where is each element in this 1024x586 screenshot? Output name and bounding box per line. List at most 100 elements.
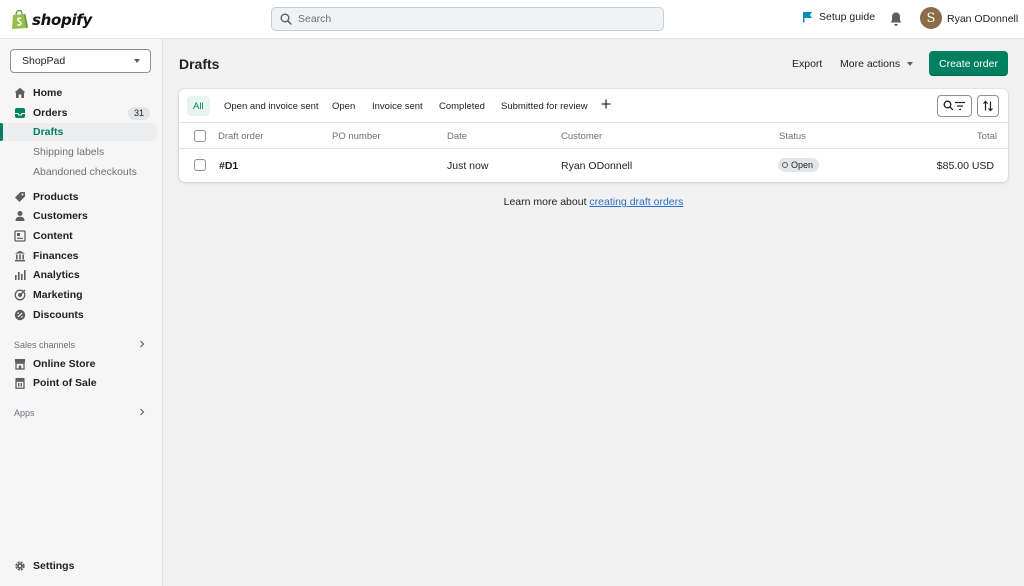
nav-abandoned-checkouts[interactable]: Abandoned checkouts [0, 163, 157, 181]
chevron-right-icon[interactable] [139, 340, 145, 348]
setup-guide-label: Setup guide [819, 11, 876, 23]
search-bar[interactable] [271, 7, 664, 31]
nav-home[interactable]: Home [0, 84, 162, 102]
store-selector[interactable]: ShopPad [10, 49, 151, 73]
caret-down-icon [134, 59, 140, 63]
tab-invoice-sent[interactable]: Invoice sent [366, 96, 429, 116]
nav-online-store[interactable]: Online Store [0, 355, 162, 373]
nav-shipping-labels[interactable]: Shipping labels [0, 143, 157, 161]
table-header: Draft order PO number Date Customer Stat… [179, 123, 1008, 149]
nav-customers-label: Customers [33, 210, 88, 222]
col-status[interactable]: Status [779, 131, 806, 142]
nav-abandoned-checkouts-label: Abandoned checkouts [33, 166, 137, 178]
shopify-logo[interactable]: shopify [11, 9, 92, 30]
nav-discounts[interactable]: Discounts [0, 306, 162, 324]
add-view-icon[interactable] [600, 98, 612, 110]
nav-home-label: Home [33, 87, 63, 99]
export-button[interactable]: Export [792, 58, 822, 70]
table-row[interactable]: #D1 Just now Ryan ODonnell Open $85.00 U… [179, 149, 1008, 182]
chevron-right-icon[interactable] [139, 408, 145, 416]
active-indicator [0, 123, 3, 141]
store-name: ShopPad [22, 55, 66, 67]
tab-all[interactable]: All [187, 96, 210, 116]
nav-point-of-sale[interactable]: Point of Sale [0, 374, 162, 392]
nav-online-store-label: Online Store [33, 358, 96, 370]
row-checkbox[interactable] [194, 159, 206, 171]
draft-order-id[interactable]: #D1 [219, 160, 238, 172]
apps-heading: Apps [14, 408, 35, 418]
top-bar: shopify Setup guide S Ryan ODonnell [0, 0, 1024, 39]
nav-customers[interactable]: Customers [0, 207, 162, 225]
nav-point-of-sale-label: Point of Sale [33, 377, 97, 389]
learn-more-prefix: Learn more about [503, 196, 590, 208]
tab-open[interactable]: Open [326, 96, 361, 116]
draft-date: Just now [447, 160, 489, 172]
nav-analytics[interactable]: Analytics [0, 266, 162, 284]
bank-icon [14, 250, 26, 262]
avatar[interactable]: S [920, 7, 942, 29]
home-icon [14, 87, 26, 98]
learn-more-link[interactable]: creating draft orders [589, 196, 683, 208]
orders-count-badge: 31 [128, 107, 151, 120]
col-customer[interactable]: Customer [561, 131, 602, 142]
tab-open-and-invoice-sent[interactable]: Open and invoice sent [218, 96, 325, 116]
caret-down-icon [907, 62, 914, 67]
setup-guide-button[interactable]: Setup guide [802, 11, 875, 23]
search-filter-button[interactable] [937, 95, 972, 117]
nav-settings-label: Settings [33, 560, 75, 572]
sort-icon [983, 100, 993, 112]
nav-finances[interactable]: Finances [0, 247, 162, 265]
search-icon [280, 13, 292, 25]
content-icon [14, 230, 26, 242]
flag-icon [803, 12, 812, 23]
shopify-bag-icon [12, 9, 28, 29]
draft-total: $85.00 USD [936, 160, 994, 172]
discount-icon [14, 309, 26, 321]
nav-settings[interactable]: Settings [0, 557, 162, 575]
more-actions-label: More actions [840, 58, 901, 70]
bell-icon[interactable] [889, 11, 903, 27]
learn-more-text: Learn more about creating draft orders [0, 196, 1024, 208]
nav-drafts-label: Drafts [33, 126, 64, 138]
target-icon [14, 289, 26, 301]
gear-icon [15, 561, 25, 571]
nav-orders-label: Orders [33, 107, 68, 119]
nav-content[interactable]: Content [0, 227, 162, 245]
bar-chart-icon [15, 270, 26, 280]
store-icon [15, 359, 25, 370]
orders-icon [15, 108, 25, 118]
nav-content-label: Content [33, 230, 73, 242]
status-label: Open [791, 160, 814, 170]
col-po-number[interactable]: PO number [332, 131, 381, 142]
sidebar: ShopPad Home Orders 31 Drafts Shipping l… [0, 39, 163, 586]
sales-channels-heading: Sales channels [14, 340, 76, 350]
person-icon [15, 211, 25, 221]
search-input[interactable] [298, 13, 638, 25]
draft-customer: Ryan ODonnell [561, 160, 633, 172]
col-draft-order[interactable]: Draft order [218, 131, 263, 142]
logo-text: shopify [32, 10, 92, 29]
filter-tabs: All Open and invoice sent Open Invoice s… [179, 89, 1008, 123]
nav-discounts-label: Discounts [33, 309, 84, 321]
nav-shipping-labels-label: Shipping labels [33, 146, 105, 158]
user-name[interactable]: Ryan ODonnell [947, 13, 1018, 25]
create-order-button[interactable]: Create order [929, 51, 1008, 76]
nav-analytics-label: Analytics [33, 269, 80, 281]
tab-submitted-for-review[interactable]: Submitted for review [495, 96, 594, 116]
status-dot-icon [782, 162, 788, 168]
drafts-card: All Open and invoice sent Open Invoice s… [179, 89, 1008, 182]
tab-completed[interactable]: Completed [433, 96, 491, 116]
nav-marketing-label: Marketing [33, 289, 83, 301]
sort-button[interactable] [977, 95, 999, 117]
page-title: Drafts [179, 56, 220, 72]
nav-drafts[interactable]: Drafts [0, 123, 157, 141]
nav-orders[interactable]: Orders 31 [0, 104, 162, 122]
nav-finances-label: Finances [33, 250, 79, 262]
nav-marketing[interactable]: Marketing [0, 286, 162, 304]
col-date[interactable]: Date [447, 131, 467, 142]
status-badge: Open [778, 158, 820, 172]
select-all-checkbox[interactable] [194, 130, 206, 142]
col-total[interactable]: Total [977, 131, 997, 142]
more-actions-button[interactable]: More actions [840, 58, 914, 70]
search-filter-icon [943, 100, 965, 111]
